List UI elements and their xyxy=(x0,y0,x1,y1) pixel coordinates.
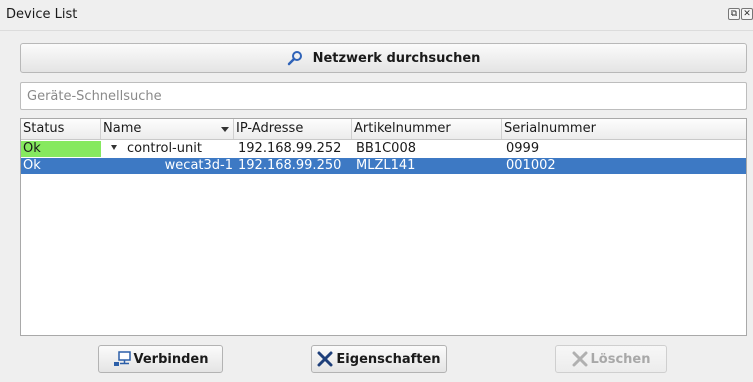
table-row[interactable]: Ok wecat3d-1 192.168.99.250 MLZL141 0010… xyxy=(21,158,746,174)
serial-cell: 001002 xyxy=(506,158,556,173)
scan-network-button[interactable]: Netzwerk durchsuchen xyxy=(20,43,747,73)
delete-icon xyxy=(572,351,587,367)
device-table[interactable]: Status Name IP-Adresse Artikelnummer Ser… xyxy=(20,118,747,336)
expand-arrow-icon[interactable] xyxy=(111,145,117,150)
name-cell: control-unit xyxy=(101,141,234,157)
status-cell: Ok xyxy=(21,141,101,157)
serial-cell: 0999 xyxy=(506,141,540,156)
tools-icon xyxy=(317,351,333,367)
article-cell: BB1C008 xyxy=(356,141,416,156)
properties-label: Eigenschaften xyxy=(336,351,441,367)
delete-label: Löschen xyxy=(590,351,651,367)
column-header-name-label: Name xyxy=(103,121,142,136)
delete-button[interactable]: Löschen xyxy=(555,345,667,373)
properties-button[interactable]: Eigenschaften xyxy=(311,345,447,373)
column-header-article[interactable]: Artikelnummer xyxy=(352,119,502,139)
column-header-serial[interactable]: Serialnummer xyxy=(502,119,746,139)
sort-indicator-icon xyxy=(221,127,229,132)
table-row[interactable]: Ok control-unit 192.168.99.252 BB1C008 0… xyxy=(21,141,746,157)
titlebar-buttons: ⧉ ✕ xyxy=(728,8,753,20)
scan-network-label: Netzwerk durchsuchen xyxy=(312,50,481,66)
status-cell: Ok xyxy=(23,158,41,173)
connect-label: Verbinden xyxy=(133,351,209,367)
device-name: control-unit xyxy=(127,141,202,156)
search-icon xyxy=(287,51,302,66)
column-header-name[interactable]: Name xyxy=(101,119,234,139)
ip-cell: 192.168.99.250 xyxy=(238,158,342,173)
column-header-ip[interactable]: IP-Adresse xyxy=(234,119,352,139)
table-header: Status Name IP-Adresse Artikelnummer Ser… xyxy=(21,119,746,140)
window-title: Device List xyxy=(6,7,78,22)
restore-icon[interactable]: ⧉ xyxy=(728,8,740,20)
connect-button[interactable]: Verbinden xyxy=(98,345,223,373)
article-cell: MLZL141 xyxy=(356,158,416,173)
device-quick-search-input[interactable] xyxy=(20,82,747,110)
close-icon[interactable]: ✕ xyxy=(741,8,753,20)
column-header-status[interactable]: Status xyxy=(21,119,101,139)
ip-cell: 192.168.99.252 xyxy=(238,141,342,156)
name-cell: wecat3d-1 xyxy=(164,158,233,173)
network-connect-icon xyxy=(113,351,131,366)
titlebar: Device List ⧉ ✕ xyxy=(0,0,753,31)
